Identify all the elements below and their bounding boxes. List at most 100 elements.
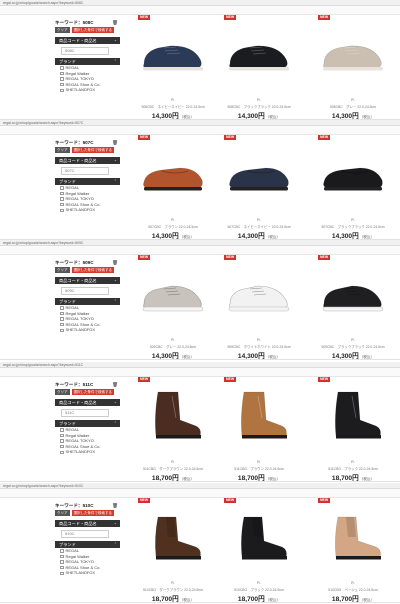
- delete-icon[interactable]: 🗑: [112, 259, 118, 266]
- delete-icon[interactable]: 🗑: [112, 381, 118, 388]
- product-image[interactable]: [316, 144, 390, 202]
- checkbox[interactable]: [60, 66, 64, 70]
- bookmark-item[interactable]: Google 翻訳: [256, 497, 280, 498]
- clear-button[interactable]: クリア: [55, 267, 70, 273]
- product-name[interactable]: 508CBC ブラックブラック 22.0-24.5cm: [222, 104, 296, 109]
- shoe-image[interactable]: [222, 24, 296, 82]
- bookmark-item[interactable]: Chatwork - yahoo⑦...: [5, 497, 44, 498]
- checkbox[interactable]: [60, 317, 64, 321]
- product-name[interactable]: 509CBC ホワイトホワイト 22.0-24.5cm: [222, 344, 296, 349]
- brand-section-header[interactable]: ブランド ⌃: [55, 58, 120, 65]
- checkbox[interactable]: [60, 306, 64, 310]
- keyword-input[interactable]: 509C: [61, 287, 109, 295]
- delete-icon[interactable]: 🗑: [112, 139, 118, 146]
- bookmark-item[interactable]: Digital Catalog: [285, 497, 313, 498]
- bookmark-item[interactable]: ヤ 商品区 - Yahoo! JAP...: [78, 376, 122, 377]
- bookmark-item[interactable]: Digital Catalog: [285, 14, 313, 15]
- bookmark-item[interactable]: Digital Catalog: [285, 376, 313, 377]
- product-image[interactable]: [316, 24, 390, 82]
- bookmark-item[interactable]: Tips 企業キーワード...: [170, 376, 210, 377]
- product-card[interactable]: NEW R. 508CBC ブラックブラック 22.0-24.5cm 14,300円…: [222, 15, 296, 119]
- bookmark-item[interactable]: Tips 企業キーワード...: [170, 254, 210, 255]
- brand-section-header[interactable]: ブランド ⌃: [55, 541, 120, 548]
- shoe-image[interactable]: [136, 24, 210, 82]
- product-card[interactable]: NEW R. 509CBC ブラックブラック 22.0-24.5cm 14,300円…: [316, 255, 390, 359]
- product-card[interactable]: NEW R. 508CBC ネイビーネイビー 22.0-24.5cm 14,300円…: [136, 15, 210, 119]
- checkbox[interactable]: [60, 554, 64, 559]
- product-image[interactable]: [316, 264, 390, 322]
- shoe-image[interactable]: [316, 386, 390, 444]
- bookmark-item[interactable]: Google 翻訳: [256, 376, 280, 377]
- product-name[interactable]: 511CBG ダークブラウン 22.0-24.5cm: [136, 466, 210, 471]
- shoe-image[interactable]: [316, 507, 390, 565]
- product-card[interactable]: NEW R. 508CBC グレー 22.0-24.5cm 14,300円（税込）: [316, 15, 390, 119]
- keyword-input[interactable]: 507C: [61, 167, 109, 175]
- shoe-image[interactable]: [316, 24, 390, 82]
- brand-section-header[interactable]: ブランド ⌃: [55, 298, 120, 305]
- checkbox[interactable]: [60, 560, 64, 564]
- bookmark-item[interactable]: Chatwork - yahoo⑦...: [5, 376, 44, 377]
- product-card[interactable]: NEW R. 507CBC ブラウン 22.0-24.5cm 14,300円（税込）: [136, 135, 210, 239]
- product-name[interactable]: 507CBC ブラックブラック 22.0-24.5cm: [316, 224, 390, 229]
- product-name[interactable]: 511CBG ブラウン 22.0-24.5cm: [222, 466, 296, 471]
- brand-checkbox-item[interactable]: SHETLANDFOX: [55, 570, 120, 576]
- shoe-image[interactable]: [136, 507, 210, 565]
- keyword-input[interactable]: 510C: [61, 530, 109, 538]
- bookmark-item[interactable]: HAGUK CO.LTD: [367, 497, 398, 498]
- product-name[interactable]: 507CBC ネイビーネイビー 22.0-24.5cm: [222, 224, 296, 229]
- product-name[interactable]: 510CBG ダークブラウン 22.0-24.5cm: [136, 587, 210, 592]
- checkbox[interactable]: [60, 191, 64, 196]
- bookmark-item[interactable]: ヤ 商品区 - Yahoo! JAP...: [78, 497, 122, 498]
- checkbox[interactable]: [60, 202, 64, 207]
- bookmark-item[interactable]: Chatwork - yahoo⑦...: [5, 254, 44, 255]
- clear-button[interactable]: クリア: [55, 510, 70, 516]
- bookmark-item[interactable]: Digital Catalog: [285, 134, 313, 135]
- checkbox[interactable]: [60, 77, 64, 81]
- product-image[interactable]: [136, 264, 210, 322]
- delete-icon[interactable]: 🗑: [112, 502, 118, 509]
- product-name[interactable]: 508CBC グレー 22.0-24.5cm: [316, 104, 390, 109]
- checkbox[interactable]: [60, 571, 64, 576]
- product-image[interactable]: [136, 144, 210, 202]
- product-image[interactable]: [316, 507, 390, 565]
- search-with-conditions-button[interactable]: 選択した条件で検索する: [71, 27, 114, 33]
- product-card[interactable]: NEW R. 510CBG ダークブラウン 22.0-24.5cm 18,700円（…: [136, 498, 210, 602]
- product-name[interactable]: 510CBG ベージュ 22.0-24.5cm: [316, 587, 390, 592]
- clear-button[interactable]: クリア: [55, 389, 70, 395]
- checkbox[interactable]: [60, 433, 64, 438]
- product-image[interactable]: [136, 386, 210, 444]
- product-name[interactable]: 508CBC ネイビーネイビー 22.0-24.5cm: [136, 104, 210, 109]
- brand-checkbox-item[interactable]: SHETLANDFOX: [55, 327, 120, 333]
- brand-section-header[interactable]: ブランド ⌃: [55, 178, 120, 185]
- checkbox[interactable]: [60, 549, 64, 553]
- checkbox[interactable]: [60, 88, 64, 93]
- product-image[interactable]: [222, 144, 296, 202]
- search-with-conditions-button[interactable]: 選択した条件で検索する: [71, 510, 114, 516]
- product-name[interactable]: 509CBC ブラックブラック 22.0-24.5cm: [316, 344, 390, 349]
- product-name[interactable]: 507CBC ブラウン 22.0-24.5cm: [136, 224, 210, 229]
- product-card[interactable]: NEW R. 510CBG ベージュ 22.0-24.5cm 18,700円（税込）: [316, 498, 390, 602]
- search-with-conditions-button[interactable]: 選択した条件で検索する: [71, 389, 114, 395]
- product-name[interactable]: 509CBC グレー 22.0-24.5cm: [136, 344, 210, 349]
- product-card[interactable]: NEW R. 511CBG ダークブラウン 22.0-24.5cm 18,700円（…: [136, 377, 210, 481]
- bookmark-item[interactable]: Chatwork - yahoo⑦...: [5, 14, 44, 15]
- checkbox[interactable]: [60, 439, 64, 443]
- bookmark-item[interactable]: Google 翻訳: [256, 254, 280, 255]
- product-code-section-header[interactable]: 商品コード・商品名 ⌄: [55, 520, 120, 527]
- bookmark-item[interactable]: ヤ 商品区 - Yahoo! JAP...: [78, 14, 122, 15]
- bookmark-item[interactable]: ヤ 商品区 - Yahoo! JAP...: [78, 134, 122, 135]
- bookmark-item[interactable]: Google 翻訳: [256, 14, 280, 15]
- product-card[interactable]: NEW R. 510CBG ブラック 22.0-24.5cm 18,700円（税込）: [222, 498, 296, 602]
- checkbox[interactable]: [60, 71, 64, 76]
- bookmark-item[interactable]: Cloud Robot: [49, 14, 73, 15]
- shoe-image[interactable]: [222, 507, 296, 565]
- search-with-conditions-button[interactable]: 選択した条件で検索する: [71, 267, 114, 273]
- bookmark-item[interactable]: Cloud Robot: [49, 497, 73, 498]
- checkbox[interactable]: [60, 444, 64, 449]
- bookmark-item[interactable]: HAGUK CO.LTD: [367, 134, 398, 135]
- product-card[interactable]: NEW R. 507CBC ブラックブラック 22.0-24.5cm 14,300円…: [316, 135, 390, 239]
- bookmark-item[interactable]: Tips 企業キーワード...: [170, 497, 210, 498]
- product-image[interactable]: [222, 24, 296, 82]
- bookmark-item[interactable]: HAGUK CO.LTD: [367, 376, 398, 377]
- brand-checkbox-item[interactable]: SHETLANDFOX: [55, 87, 120, 93]
